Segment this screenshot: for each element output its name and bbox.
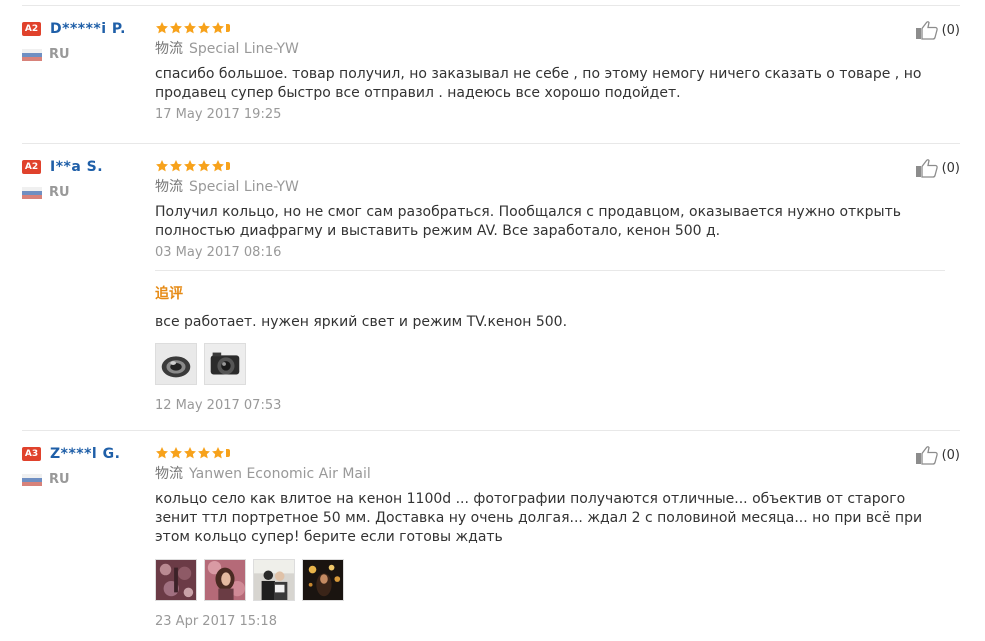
reviewer-name[interactable]: Z****l G. bbox=[50, 446, 120, 462]
star-rating-end bbox=[226, 448, 230, 457]
shipping-label: 物流 bbox=[155, 466, 183, 482]
shipping-info: 物流 Special Line-YW bbox=[155, 40, 945, 58]
star-rating-end bbox=[226, 23, 230, 32]
shipping-method: Yanwen Economic Air Mail bbox=[189, 466, 371, 482]
thumbs-up-icon[interactable] bbox=[915, 445, 939, 465]
star-icon bbox=[155, 446, 169, 460]
review-date: 17 May 2017 19:25 bbox=[155, 107, 282, 122]
review-photos bbox=[155, 559, 945, 601]
shipping-info: 物流 Yanwen Economic Air Mail bbox=[155, 465, 945, 483]
star-icon bbox=[169, 21, 183, 35]
thumbs-up-icon[interactable] bbox=[915, 158, 939, 178]
buyer-level-badge: A3 bbox=[22, 446, 41, 461]
review-item: A2 I**a S. RU 物流 Special Line-YW Получил к… bbox=[22, 143, 960, 430]
star-rating-end bbox=[226, 161, 230, 170]
shipping-label: 物流 bbox=[155, 41, 183, 57]
portrait-woman-photo[interactable] bbox=[204, 559, 246, 601]
star-icon bbox=[183, 446, 197, 460]
star-icon bbox=[211, 159, 225, 173]
helpful-button[interactable]: (0) bbox=[915, 158, 960, 178]
country-code: RU bbox=[49, 472, 70, 488]
star-icon bbox=[169, 446, 183, 460]
review-text: Получил кольцо, но не смог сам разобрать… bbox=[155, 204, 902, 239]
star-rating bbox=[155, 158, 945, 173]
star-icon bbox=[183, 159, 197, 173]
review-content: 物流 Special Line-YW Получил кольцо, но не … bbox=[155, 158, 945, 413]
star-icon bbox=[197, 159, 211, 173]
star-icon bbox=[197, 446, 211, 460]
russia-flag-icon bbox=[22, 186, 42, 199]
additional-feedback-label: 追评 bbox=[155, 286, 183, 302]
star-icon bbox=[169, 159, 183, 173]
star-icon bbox=[197, 21, 211, 35]
additional-feedback-text: все работает. нужен яркий свет и режим T… bbox=[155, 314, 568, 330]
review-content: 物流 Special Line-YW спасибо большое. товар… bbox=[155, 20, 945, 122]
review-text: кольцо село как влитое на кенон 1100d ..… bbox=[155, 491, 923, 545]
reviewer-info: A3 Z****l G. RU bbox=[22, 445, 147, 487]
star-icon bbox=[211, 21, 225, 35]
helpful-count: (0) bbox=[941, 22, 960, 38]
camera-with-ring-photo[interactable] bbox=[204, 343, 246, 385]
reviewer-name[interactable]: D*****i P. bbox=[50, 21, 126, 37]
additional-feedback: 追评 все работает. нужен яркий свет и режи… bbox=[155, 270, 945, 413]
russia-flag-icon bbox=[22, 48, 42, 61]
review-photos bbox=[155, 343, 945, 385]
review-date: 23 Apr 2017 15:18 bbox=[155, 614, 277, 629]
shipping-label: 物流 bbox=[155, 179, 183, 195]
lens-ring-photo[interactable] bbox=[155, 343, 197, 385]
star-rating bbox=[155, 20, 945, 35]
feedback-list: A2 D*****i P. RU 物流 Special Line-YW спасиб… bbox=[22, 5, 960, 641]
star-icon bbox=[183, 21, 197, 35]
star-icon bbox=[155, 159, 169, 173]
russia-flag-icon bbox=[22, 473, 42, 486]
helpful-button[interactable]: (0) bbox=[915, 20, 960, 40]
star-icon bbox=[155, 21, 169, 35]
shipping-method: Special Line-YW bbox=[189, 41, 299, 57]
review-text: спасибо большое. товар получил, но заказ… bbox=[155, 66, 922, 101]
reviewer-info: A2 D*****i P. RU bbox=[22, 20, 147, 62]
couple-photo[interactable] bbox=[253, 559, 295, 601]
helpful-button[interactable]: (0) bbox=[915, 445, 960, 465]
helpful-count: (0) bbox=[941, 447, 960, 463]
star-icon bbox=[211, 446, 225, 460]
country-code: RU bbox=[49, 47, 70, 63]
helpful-count: (0) bbox=[941, 160, 960, 176]
review-item: A3 Z****l G. RU 物流 Yanwen Economic Air Mai… bbox=[22, 430, 960, 641]
reviewer-info: A2 I**a S. RU bbox=[22, 158, 147, 200]
floral-background-photo[interactable] bbox=[155, 559, 197, 601]
shipping-info: 物流 Special Line-YW bbox=[155, 178, 945, 196]
buyer-level-badge: A2 bbox=[22, 159, 41, 174]
star-rating bbox=[155, 445, 945, 460]
reviewer-name[interactable]: I**a S. bbox=[50, 159, 103, 175]
country-code: RU bbox=[49, 185, 70, 201]
night-lights-photo[interactable] bbox=[302, 559, 344, 601]
thumbs-up-icon[interactable] bbox=[915, 20, 939, 40]
review-item: A2 D*****i P. RU 物流 Special Line-YW спасиб… bbox=[22, 5, 960, 143]
review-date: 03 May 2017 08:16 bbox=[155, 245, 282, 260]
review-content: 物流 Yanwen Economic Air Mail кольцо село к… bbox=[155, 445, 945, 629]
shipping-method: Special Line-YW bbox=[189, 179, 299, 195]
buyer-level-badge: A2 bbox=[22, 21, 41, 36]
additional-feedback-date: 12 May 2017 07:53 bbox=[155, 398, 282, 413]
